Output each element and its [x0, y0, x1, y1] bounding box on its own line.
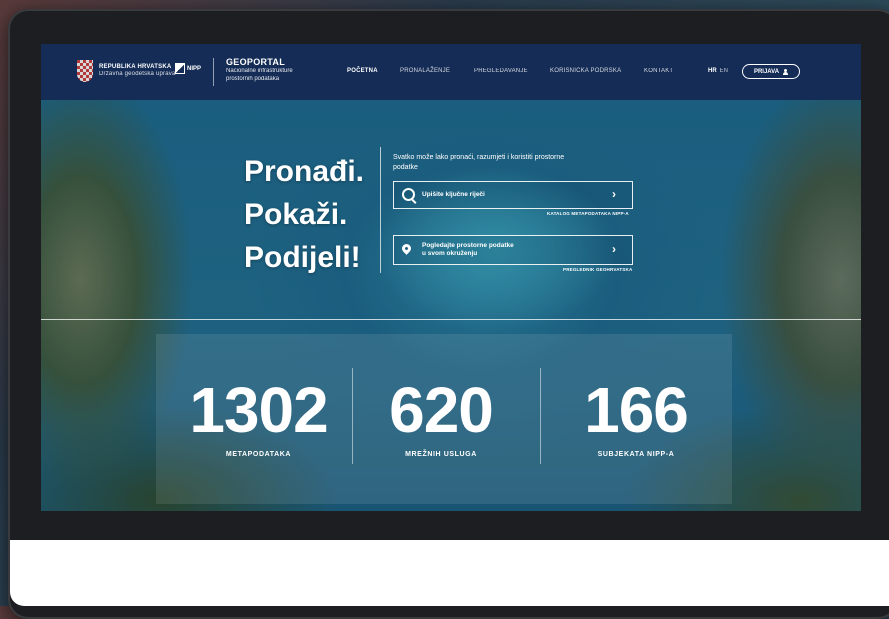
- chevron-right-icon: ›: [612, 242, 616, 256]
- search-placeholder: Upišite ključne riječi: [422, 191, 485, 198]
- browser-screen: REPUBLIKA HRVATSKA Državna geodetska upr…: [41, 44, 861, 511]
- stat-value: 620: [389, 374, 494, 446]
- stat-label: METAPODATAKA: [225, 451, 292, 458]
- menu-item-korisnicka-podrska[interactable]: KORISNIČKA PODRŠKA: [550, 68, 621, 74]
- menu-item-pregledavanje[interactable]: PREGLEDAVANJE: [474, 68, 528, 74]
- user-icon: [783, 69, 789, 75]
- nipp-text: NIPP: [187, 65, 202, 72]
- map-viewer-box[interactable]: Pogledajte prostorne podatke u svom okru…: [393, 235, 633, 265]
- hero-intro-text: Svatko može lako pronaći, razumjeti i ko…: [393, 154, 565, 171]
- map-label-line-1: Pogledajte prostorne podatke: [422, 242, 514, 249]
- device-bezel-bottom: [10, 540, 889, 606]
- map-label-line-2: u svom okruženju: [422, 250, 478, 257]
- nipp-flag-icon: [175, 63, 185, 74]
- slogan-line-1: Pronađi.: [244, 155, 365, 188]
- croatia-logo[interactable]: REPUBLIKA HRVATSKA Državna geodetska upr…: [77, 60, 176, 82]
- geoportal-brand[interactable]: GEOPORTAL Nacionalne infrastrukture pros…: [226, 57, 293, 83]
- croatian-crest-icon: [77, 60, 93, 82]
- chevron-right-icon: ›: [612, 187, 616, 201]
- stat-metapodataka: 1302 METAPODATAKA: [176, 378, 341, 458]
- login-label: PRIJAVA: [753, 68, 780, 75]
- menu-item-pocetna[interactable]: POČETNA: [347, 68, 378, 74]
- geoportal-subtitle-1: Nacionalne infrastrukture: [226, 68, 293, 74]
- stat-label: MREŽNIH USLUGA: [405, 451, 477, 458]
- top-navbar: REPUBLIKA HRVATSKA Državna geodetska upr…: [41, 44, 861, 100]
- stat-value: 1302: [189, 374, 328, 446]
- menu-item-pronalazenje[interactable]: PRONALAŽENJE: [400, 68, 450, 74]
- hero-slogan: Pronađi. Pokaži. Podijeli!: [244, 150, 364, 279]
- keyword-search-box[interactable]: Upišite ključne riječi ›: [393, 181, 633, 209]
- geohrvatska-viewer-link[interactable]: PREGLEDNIK GEOHRVATSKA: [563, 267, 632, 272]
- login-button[interactable]: PRIJAVA: [742, 64, 800, 79]
- search-icon: [402, 188, 415, 201]
- nipp-logo[interactable]: NIPP: [175, 63, 201, 74]
- menu-item-kontakt[interactable]: KONTAKT: [644, 68, 673, 74]
- stat-separator: [352, 368, 353, 464]
- country-name: REPUBLIKA HRVATSKA: [99, 64, 172, 70]
- stat-subjekata: 166 SUBJEKATA NIPP-A: [556, 378, 716, 458]
- stat-value: 166: [584, 374, 689, 446]
- hero-separator: [380, 147, 381, 273]
- stat-mreznih-usluga: 620 MREŽNIH USLUGA: [366, 378, 516, 458]
- lang-hr[interactable]: HR: [708, 68, 717, 74]
- stat-label: SUBJEKATA NIPP-A: [597, 451, 675, 458]
- slogan-line-2: Pokaži.: [244, 198, 348, 231]
- header-separator: [213, 58, 214, 86]
- slogan-line-3: Podijeli!: [244, 241, 361, 274]
- stat-separator: [540, 368, 541, 464]
- language-switcher: HR EN: [708, 68, 728, 74]
- location-pin-icon: [400, 242, 413, 255]
- agency-name: Državna geodetska uprava: [99, 71, 176, 77]
- metadata-catalog-link[interactable]: KATALOG METAPODATAKA NIPP-A: [547, 211, 629, 216]
- divider-line: [41, 319, 861, 320]
- geoportal-subtitle-2: prostornih podataka: [226, 76, 280, 82]
- lang-en[interactable]: EN: [720, 68, 728, 74]
- geoportal-title: GEOPORTAL: [226, 57, 286, 67]
